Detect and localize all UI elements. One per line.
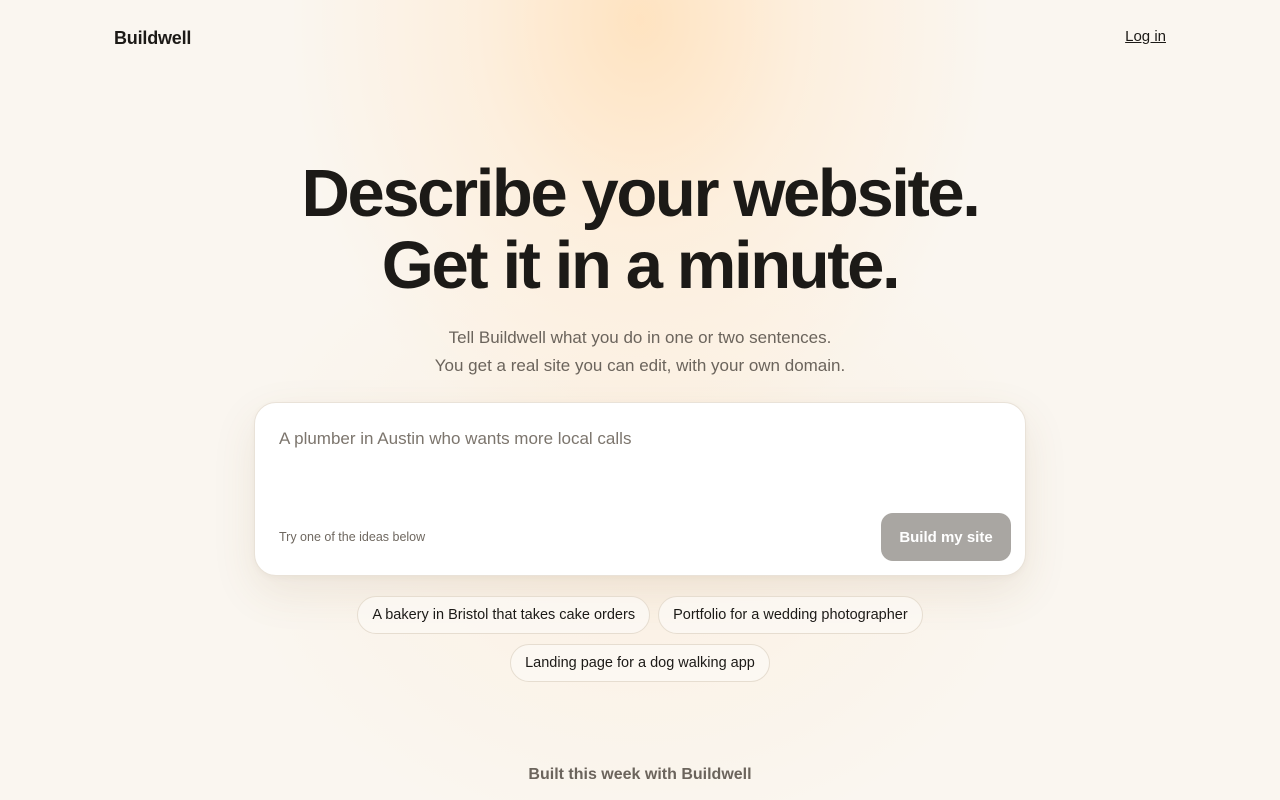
subheadline-line-1: Tell Buildwell what you do in one or two…	[448, 328, 832, 347]
idea-chips: A bakery in Bristol that takes cake orde…	[0, 596, 1280, 682]
build-site-button[interactable]: Build my site	[881, 513, 1011, 561]
idea-chip-dog-walking[interactable]: Landing page for a dog walking app	[510, 644, 770, 682]
headline: Describe your website. Get it in a minut…	[0, 158, 1280, 302]
subheadline-line-2: You get a real site you can edit, with y…	[434, 356, 846, 375]
idea-chip-row-2: Landing page for a dog walking app	[510, 644, 770, 682]
headline-line-2: Get it in a minute.	[381, 228, 901, 303]
top-nav: Buildwell Log in	[114, 24, 1166, 52]
idea-chip-row-1: A bakery in Bristol that takes cake orde…	[357, 596, 923, 634]
showcase-heading: Built this week with Buildwell	[528, 766, 752, 783]
subheadline: Tell Buildwell what you do in one or two…	[0, 324, 1280, 380]
idea-chip-bakery[interactable]: A bakery in Bristol that takes cake orde…	[357, 596, 651, 634]
prompt-card: Try one of the ideas below Build my site	[254, 402, 1026, 576]
hero: Describe your website. Get it in a minut…	[0, 158, 1280, 380]
prompt-input[interactable]	[279, 429, 999, 501]
logo[interactable]: Buildwell	[114, 28, 191, 49]
headline-line-1: Describe your website.	[301, 156, 980, 231]
prompt-hint: Try one of the ideas below	[279, 530, 426, 544]
idea-chip-photographer[interactable]: Portfolio for a wedding photographer	[658, 596, 923, 634]
login-link[interactable]: Log in	[1125, 28, 1166, 45]
